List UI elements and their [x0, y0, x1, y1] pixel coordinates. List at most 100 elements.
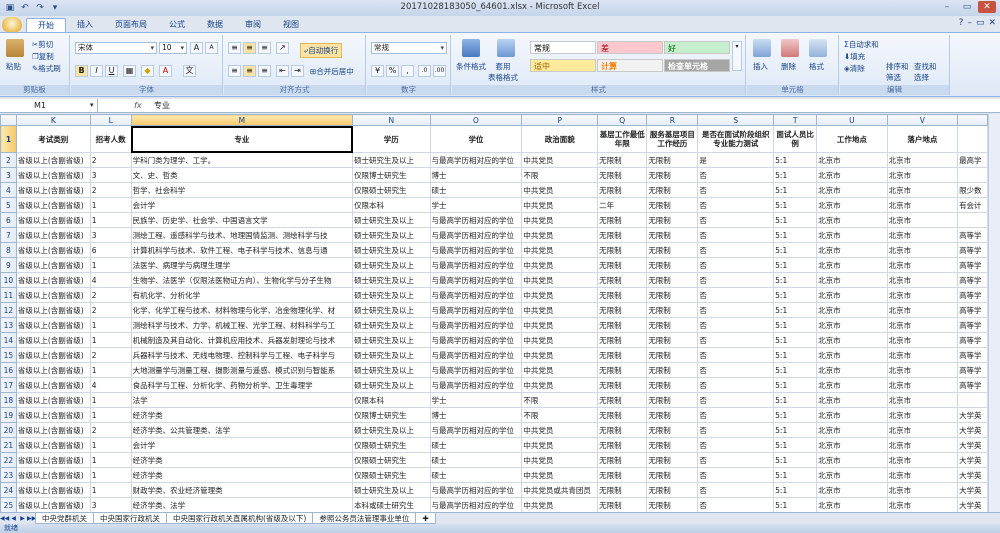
column-header-T[interactable]: T — [773, 114, 818, 126]
row-number[interactable]: 25 — [0, 497, 17, 512]
header-cell[interactable]: 是否在面试阶段组织专业能力测试 — [697, 125, 775, 153]
row-number[interactable]: 2 — [0, 152, 17, 168]
orientation-icon[interactable]: ↗ — [276, 42, 289, 54]
cell[interactable]: 3 — [89, 497, 132, 512]
cell[interactable]: 2 — [89, 287, 132, 303]
cell[interactable]: 否 — [697, 332, 775, 348]
cell[interactable]: 不限 — [521, 167, 599, 183]
cell[interactable]: 会计学 — [130, 437, 354, 453]
cell[interactable]: 1 — [89, 362, 132, 378]
name-box-dropdown-icon[interactable]: ▾ — [90, 99, 94, 112]
cell[interactable]: 5:1 — [773, 272, 818, 288]
cell[interactable]: 北京市 — [886, 167, 959, 183]
conditional-format-icon[interactable] — [462, 39, 480, 57]
cell[interactable]: 否 — [697, 197, 775, 213]
delete-cells-button[interactable]: 删除 — [781, 61, 796, 72]
cell[interactable]: 经济学类 — [130, 467, 354, 483]
cell[interactable]: 硕士研究生及以上 — [352, 482, 431, 498]
underline-button[interactable]: U — [105, 65, 118, 77]
cell[interactable]: 硕士研究生及以上 — [352, 317, 431, 333]
formula-input[interactable]: 专业 — [154, 99, 170, 112]
cell[interactable]: 北京市 — [886, 347, 959, 363]
cell[interactable]: 硕士研究生及以上 — [352, 272, 431, 288]
cell[interactable]: 中共党员 — [521, 452, 599, 468]
row-number[interactable]: 3 — [0, 167, 17, 183]
maximize-button[interactable]: ▭ — [958, 1, 976, 13]
increase-indent-icon[interactable]: ⇥ — [291, 65, 304, 77]
cell[interactable]: 北京市 — [816, 227, 888, 243]
cell[interactable]: 大学英 — [957, 467, 988, 483]
header-cell[interactable]: 招考人数 — [89, 125, 132, 153]
row-number[interactable]: 7 — [0, 227, 17, 243]
cell[interactable]: 5:1 — [773, 452, 818, 468]
cell[interactable]: 无限制 — [597, 452, 648, 468]
cell[interactable]: 无限制 — [597, 302, 648, 318]
cell-table[interactable]: K L M N O P Q R S T U V 1 考试类别 招考人数 专业 学… — [0, 114, 988, 512]
cell[interactable]: 中共党员或共青团员 — [521, 482, 599, 498]
cell[interactable]: 高等学 — [957, 257, 988, 273]
cell[interactable]: 硕士研究生及以上 — [352, 302, 431, 318]
cell[interactable]: 不限 — [521, 407, 599, 423]
cell[interactable]: 与最高学历相对应的学位 — [429, 377, 523, 393]
fill-color-icon[interactable]: ◆ — [141, 65, 154, 77]
cell[interactable]: 省级以上(含副省级) — [15, 467, 91, 483]
column-header-V[interactable]: V — [886, 114, 959, 126]
insert-cells-button[interactable]: 插入 — [753, 61, 768, 72]
cell[interactable]: 北京市 — [816, 407, 888, 423]
cell[interactable]: 文、史、哲类 — [130, 167, 354, 183]
column-header-S[interactable]: S — [697, 114, 775, 126]
row-number[interactable]: 5 — [0, 197, 17, 213]
cell[interactable]: 中共党员 — [521, 467, 599, 483]
cell[interactable]: 5:1 — [773, 377, 818, 393]
cell[interactable]: 省级以上(含副省级) — [15, 317, 91, 333]
cell[interactable]: 高等学 — [957, 227, 988, 243]
cell[interactable]: 学士 — [429, 392, 523, 408]
cell[interactable]: 中共党员 — [521, 422, 599, 438]
cell[interactable]: 5:1 — [773, 497, 818, 512]
cell[interactable]: 省级以上(含副省级) — [15, 407, 91, 423]
cell[interactable]: 与最高学历相对应的学位 — [429, 332, 523, 348]
row-number[interactable]: 9 — [0, 257, 17, 273]
cell[interactable]: 无限制 — [646, 407, 699, 423]
cell[interactable]: 北京市 — [886, 152, 959, 168]
cell[interactable]: 无限制 — [597, 227, 648, 243]
cell[interactable]: 1 — [89, 332, 132, 348]
cell[interactable]: 中共党员 — [521, 212, 599, 228]
cell[interactable]: 否 — [697, 287, 775, 303]
cell[interactable]: 2 — [89, 152, 132, 168]
cell[interactable]: 测绘工程、遥感科学与技术、地理国情监测、测绘科学与技 — [130, 227, 354, 243]
cell[interactable]: 6 — [89, 242, 132, 258]
cell[interactable]: 北京市 — [816, 332, 888, 348]
cell[interactable]: 否 — [697, 497, 775, 512]
cell[interactable]: 5:1 — [773, 287, 818, 303]
cell[interactable]: 省级以上(含副省级) — [15, 482, 91, 498]
sheet-tab-3[interactable]: 参照公务员法管理事业单位 — [312, 513, 417, 524]
cell[interactable]: 财政学类、农业经济管理类 — [130, 482, 354, 498]
cell[interactable]: 硕士研究生及以上 — [352, 227, 431, 243]
row-number[interactable]: 24 — [0, 482, 17, 498]
cell[interactable]: 2 — [89, 302, 132, 318]
font-color-icon[interactable]: A — [159, 65, 172, 77]
cell[interactable] — [957, 392, 988, 408]
cell[interactable]: 北京市 — [886, 422, 959, 438]
style-neutral[interactable]: 适中 — [530, 59, 596, 72]
cell[interactable]: 5:1 — [773, 332, 818, 348]
cell[interactable]: 高等学 — [957, 302, 988, 318]
cell[interactable]: 中共党员 — [521, 332, 599, 348]
cell[interactable]: 仅限博士研究生 — [352, 407, 431, 423]
cell[interactable]: 中共党员 — [521, 362, 599, 378]
cell[interactable]: 中共党员 — [521, 257, 599, 273]
cell[interactable]: 无限制 — [597, 392, 648, 408]
clear-button[interactable]: ◈清除 — [844, 63, 865, 74]
cell[interactable]: 2 — [89, 182, 132, 198]
header-cell[interactable]: 考试类别 — [15, 125, 91, 153]
cell[interactable]: 北京市 — [886, 437, 959, 453]
align-left-icon[interactable]: ≡ — [228, 65, 241, 77]
cell[interactable]: 无限制 — [597, 347, 648, 363]
row-number[interactable]: 14 — [0, 332, 17, 348]
cell[interactable]: 否 — [697, 227, 775, 243]
cell[interactable]: 5:1 — [773, 242, 818, 258]
cell[interactable]: 北京市 — [886, 197, 959, 213]
cell[interactable]: 北京市 — [816, 182, 888, 198]
cell[interactable]: 民族学、历史学、社会学、中国语言文学 — [130, 212, 354, 228]
